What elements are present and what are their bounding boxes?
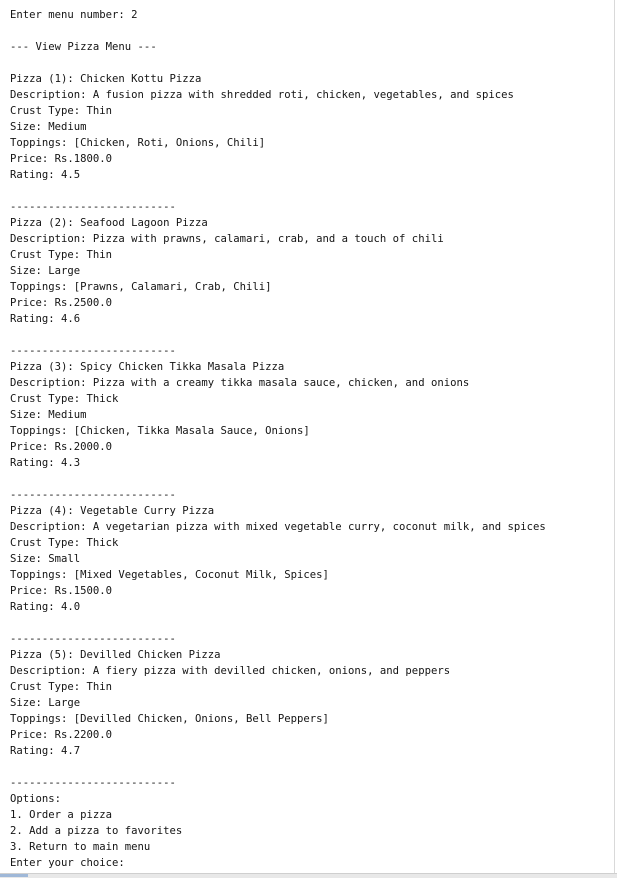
console-line: Description: A fiery pizza with devilled… <box>10 665 451 677</box>
separator-line: -------------------------- <box>10 201 176 213</box>
console-line: Toppings: [Mixed Vegetables, Coconut Mil… <box>10 569 329 581</box>
console-output[interactable]: Enter menu number: 2 --- View Pizza Menu … <box>0 0 615 873</box>
input-prompt[interactable]: Enter your choice: <box>10 855 614 871</box>
console-line: Toppings: [Chicken, Roti, Onions, Chili] <box>10 137 266 149</box>
console-line: Crust Type: Thin <box>10 249 113 261</box>
console-line: Rating: 4.0 <box>10 601 81 613</box>
console-line: 3. Return to main menu <box>10 841 151 853</box>
console-line: Toppings: [Prawns, Calamari, Crab, Chili… <box>10 281 272 293</box>
pizza-name-line: Pizza (3): Spicy Chicken Tikka Masala Pi… <box>10 361 285 373</box>
horizontal-scrollbar[interactable] <box>0 873 617 878</box>
console-line: Size: Large <box>10 265 81 277</box>
console-line: Rating: 4.5 <box>10 169 81 181</box>
console-line: Toppings: [Chicken, Tikka Masala Sauce, … <box>10 425 310 437</box>
console-line: Size: Large <box>10 697 81 709</box>
console-line: Rating: 4.7 <box>10 745 81 757</box>
console-line: Price: Rs.1800.0 <box>10 153 113 165</box>
console-line: 2. Add a pizza to favorites <box>10 825 183 837</box>
console-line: Size: Medium <box>10 121 87 133</box>
console-line: Toppings: [Devilled Chicken, Onions, Bel… <box>10 713 329 725</box>
console-line: Options: <box>10 793 62 805</box>
console-line: Crust Type: Thick <box>10 537 119 549</box>
separator-line: -------------------------- <box>10 633 176 645</box>
console-line: --- View Pizza Menu --- <box>10 41 157 53</box>
pizza-name-line: Pizza (5): Devilled Chicken Pizza <box>10 649 221 661</box>
separator-line: -------------------------- <box>10 345 176 357</box>
console-line: Size: Small <box>10 553 81 565</box>
console-line: Description: A fusion pizza with shredde… <box>10 89 514 101</box>
console-line: Description: Pizza with prawns, calamari… <box>10 233 444 245</box>
console-line: Size: Medium <box>10 409 87 421</box>
console-line: Price: Rs.2500.0 <box>10 297 113 309</box>
console-line: Crust Type: Thin <box>10 681 113 693</box>
console-line: Enter menu number: 2 <box>10 9 138 21</box>
pizza-name-line: Pizza (1): Chicken Kottu Pizza <box>10 73 202 85</box>
console-line: Crust Type: Thin <box>10 105 113 117</box>
console-line: 1. Order a pizza <box>10 809 113 821</box>
console-line: Rating: 4.3 <box>10 457 81 469</box>
console-line: Crust Type: Thick <box>10 393 119 405</box>
console-line: Rating: 4.6 <box>10 313 81 325</box>
console-line: Description: A vegetarian pizza with mix… <box>10 521 546 533</box>
console-line: Price: Rs.2200.0 <box>10 729 113 741</box>
console-line: Description: Pizza with a creamy tikka m… <box>10 377 470 389</box>
console-line: Price: Rs.2000.0 <box>10 441 113 453</box>
separator-line: -------------------------- <box>10 777 176 789</box>
separator-line: -------------------------- <box>10 489 176 501</box>
console-line: Price: Rs.1500.0 <box>10 585 113 597</box>
pizza-name-line: Pizza (2): Seafood Lagoon Pizza <box>10 217 208 229</box>
pizza-name-line: Pizza (4): Vegetable Curry Pizza <box>10 505 215 517</box>
